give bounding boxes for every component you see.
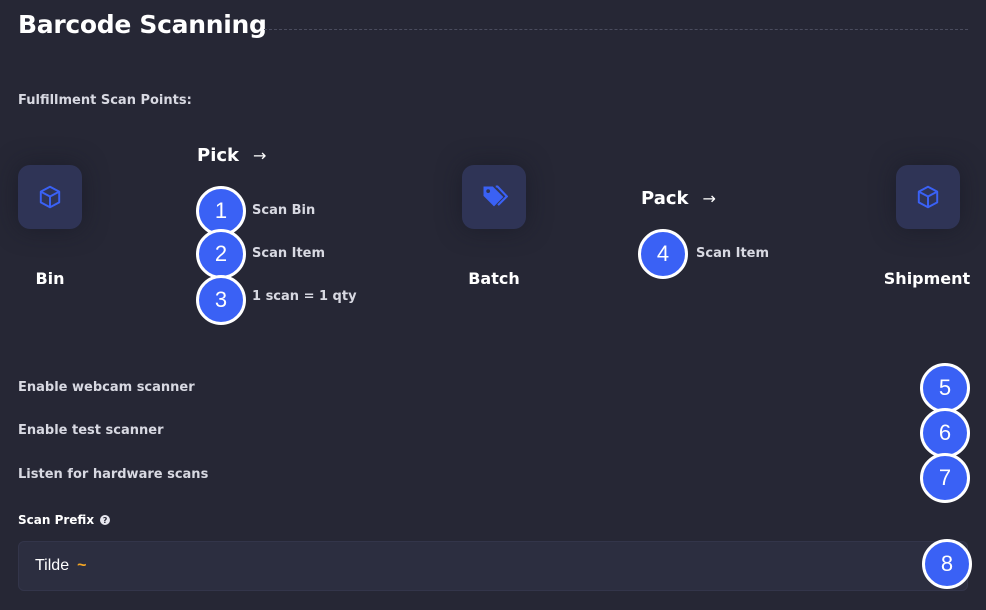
annotation-badge: 6 xyxy=(920,408,970,458)
arrow-right-icon: → xyxy=(253,146,267,165)
pick-qty-rule-label: 1 scan = 1 qty xyxy=(252,289,357,304)
tags-icon xyxy=(483,185,508,207)
hardware-scans-setting[interactable]: Listen for hardware scans xyxy=(18,467,208,482)
tilde-symbol: ~ xyxy=(77,557,87,574)
scan-prefix-value: Tilde xyxy=(35,557,70,574)
pick-scan-item-label: Scan Item xyxy=(252,246,326,261)
title-divider xyxy=(264,29,968,30)
pack-scan-item-label: Scan Item xyxy=(696,246,770,261)
pick-step-title: Pick → xyxy=(197,145,266,166)
annotation-badge: 5 xyxy=(920,363,970,413)
shipment-tile xyxy=(896,165,960,229)
test-scanner-setting[interactable]: Enable test scanner xyxy=(18,423,163,438)
pick-title-text: Pick xyxy=(197,145,240,166)
webcam-scanner-setting[interactable]: Enable webcam scanner xyxy=(18,380,195,395)
scan-prefix-select[interactable]: Tilde ~ xyxy=(18,541,968,591)
annotation-badge: 2 xyxy=(196,229,246,279)
batch-label: Batch xyxy=(468,269,520,288)
scan-prefix-label-text: Scan Prefix xyxy=(18,513,95,527)
scan-prefix-label: Scan Prefix ? xyxy=(18,513,111,527)
shipment-label: Shipment xyxy=(883,269,971,288)
bin-tile xyxy=(18,165,82,229)
annotation-badge: 7 xyxy=(920,453,970,503)
pack-step-title: Pack → xyxy=(641,188,716,209)
annotation-badge: 3 xyxy=(196,275,246,325)
cube-icon xyxy=(39,185,61,209)
question-circle-icon[interactable]: ? xyxy=(100,515,111,525)
arrow-right-icon: → xyxy=(702,189,716,208)
batch-tile xyxy=(462,165,526,229)
annotation-badge: 4 xyxy=(638,229,688,279)
scan-points-heading: Fulfillment Scan Points: xyxy=(18,93,192,108)
bin-label: Bin xyxy=(35,269,65,288)
cube-icon xyxy=(917,185,939,209)
pack-title-text: Pack xyxy=(641,188,689,209)
page-title: Barcode Scanning xyxy=(18,10,267,39)
pick-scan-bin-label: Scan Bin xyxy=(252,203,316,218)
annotation-badge: 8 xyxy=(922,539,972,589)
